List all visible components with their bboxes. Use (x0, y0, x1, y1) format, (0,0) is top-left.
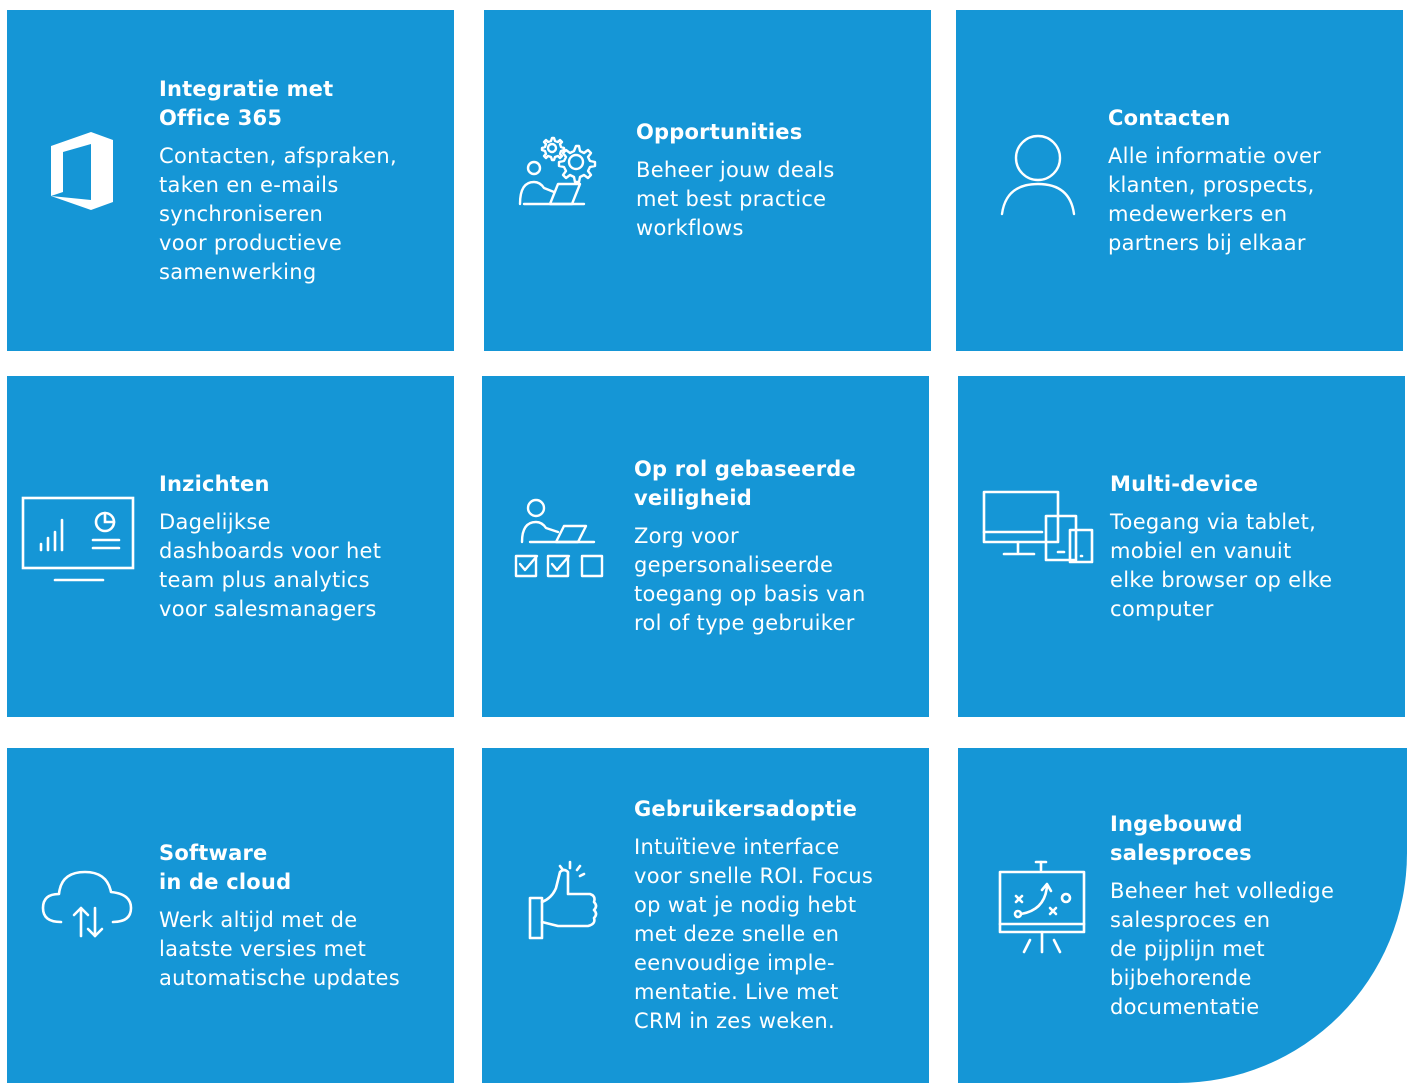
tile-title: Opportunities (636, 120, 803, 144)
tile-description: Zorg voor gepersonaliseerde toegang op b… (634, 524, 866, 635)
dashboard-monitor-icon (21, 496, 137, 584)
cloud-sync-icon (41, 866, 137, 946)
devices-icon (982, 490, 1096, 566)
tile-description: Dagelijkse dashboards voor het team plus… (159, 509, 382, 621)
feature-tile-inzichten: Inzichten Dagelijkse dashboards voor het… (7, 376, 454, 717)
feature-tile-opportunities: Opportunities Beheer jouw deals met best… (484, 10, 931, 351)
feature-tile-rol-veiligheid: Op rol gebaseerde veiligheid Zorg voor g… (482, 376, 929, 717)
strategy-board-icon (996, 860, 1088, 956)
tile-description: Beheer jouw deals met best practice work… (636, 158, 835, 240)
feature-tile-salesproces: Ingebouwd salesproces Beheer het volledi… (958, 748, 1407, 1083)
person-checkboxes-icon (514, 498, 610, 582)
feature-tile-cloud: Software in de cloud Werk altijd met de … (7, 748, 454, 1083)
tile-description: Beheer het volledige salesproces en de p… (1110, 878, 1335, 1019)
thumbs-up-icon (526, 860, 602, 944)
tile-description: Contacten, afspraken, taken en e-mails s… (159, 143, 397, 284)
user-icon (998, 132, 1078, 218)
tile-description: Alle informatie over klanten, prospects,… (1108, 143, 1322, 255)
tile-description: Werk altijd met de laatste versies met a… (159, 907, 400, 990)
tile-title: Contacten (1108, 105, 1231, 130)
feature-tile-gebruikersadoptie: Gebruikersadoptie Intuïtieve interface v… (482, 748, 929, 1083)
person-gears-icon (514, 132, 610, 212)
tile-title: Software in de cloud (159, 840, 292, 894)
feature-tile-multi-device: Multi-device Toegang via tablet, mobiel … (958, 376, 1405, 717)
tile-title: Multi-device (1110, 471, 1259, 496)
tile-description: Intuïtieve interface voor snelle ROI. Fo… (634, 835, 874, 1033)
tile-title: Inzichten (159, 471, 270, 496)
tile-title: Gebruikersadoptie (634, 797, 858, 821)
feature-tile-office-365: Integratie met Office 365 Contacten, afs… (7, 10, 454, 351)
tile-title: Ingebouwd salesproces (1110, 811, 1252, 865)
tile-title: Integratie met Office 365 (159, 76, 334, 130)
tile-description: Toegang via tablet, mobiel en vanuit elk… (1110, 509, 1333, 621)
office-365-icon (47, 130, 117, 212)
feature-tile-contacten: Contacten Alle informatie over klanten, … (956, 10, 1403, 351)
tile-title: Op rol gebaseerde veiligheid (634, 457, 856, 510)
